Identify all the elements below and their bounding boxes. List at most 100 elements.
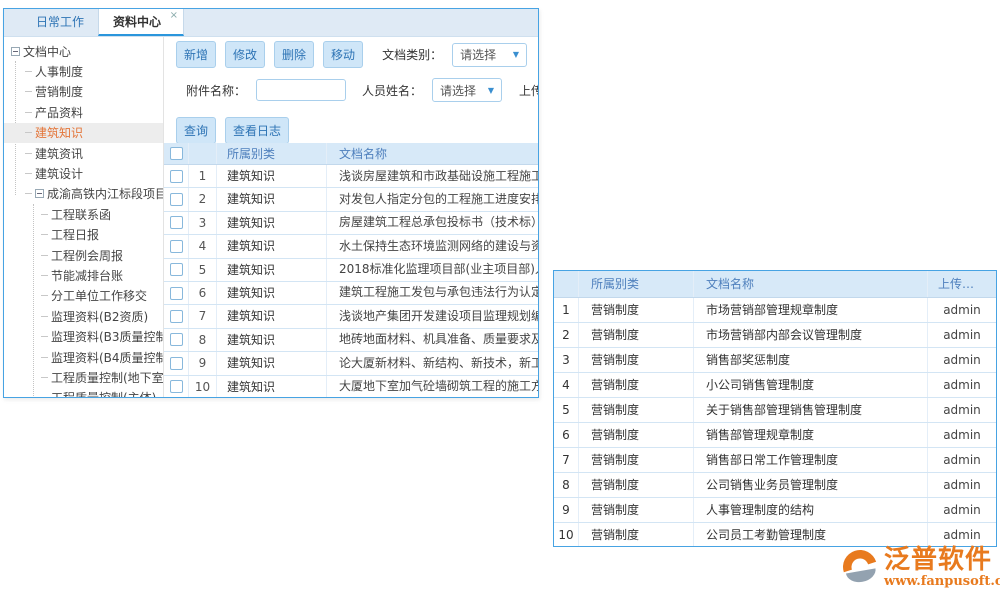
sidebar-item-label: 建筑设计 (35, 165, 83, 182)
sidebar-item[interactable]: 分工单位工作移交 (4, 286, 163, 306)
table-row[interactable]: 1建筑知识浅谈房屋建筑和市政基础设施工程施工... (164, 165, 538, 188)
table-row[interactable]: 2建筑知识对发包人指定分包的工程施工进度安排... (164, 188, 538, 211)
table-row[interactable]: 9建筑知识论大厦新材料、新结构、新技术，新工... (164, 352, 538, 375)
sidebar-item[interactable]: 人事制度 (4, 61, 163, 81)
collapse-icon[interactable] (11, 47, 20, 56)
row-doc-name: 地砖地面材料、机具准备、质量要求及... (327, 328, 538, 351)
row-checkbox[interactable] (170, 310, 183, 323)
sidebar-item[interactable]: 成渝高铁内江标段项目 (4, 184, 163, 204)
document-center-window: 日常工作 资料中心 × 文档中心人事制度营销制度产品资料建筑知识建筑资讯建筑设计… (3, 8, 539, 398)
sidebar-tree: 文档中心人事制度营销制度产品资料建筑知识建筑资讯建筑设计成渝高铁内江标段项目工程… (4, 37, 163, 397)
sidebar-item[interactable]: 产品资料 (4, 102, 163, 122)
row-checkbox[interactable] (170, 216, 183, 229)
table-row[interactable]: 4营销制度小公司销售管理制度admin (554, 373, 996, 398)
sidebar-item[interactable]: 节能减排台账 (4, 265, 163, 285)
sidebar-item[interactable]: 监理资料(B4质量控制) (4, 347, 163, 367)
table-row[interactable]: 7营销制度销售部日常工作管理制度admin (554, 448, 996, 473)
tab-daily-work[interactable]: 日常工作 (22, 9, 98, 36)
row-doc-name: 水土保持生态环境监测网络的建设与资... (327, 235, 538, 258)
table-row[interactable]: 9营销制度人事管理制度的结构admin (554, 498, 996, 523)
table-row[interactable]: 4建筑知识水土保持生态环境监测网络的建设与资... (164, 235, 538, 258)
sidebar-item[interactable]: 工程质量控制(主体) (4, 388, 163, 397)
table-row[interactable]: 8建筑知识地砖地面材料、机具准备、质量要求及... (164, 329, 538, 352)
row-checkbox[interactable] (170, 357, 183, 370)
person-name-select[interactable]: 请选择 ▼ (432, 78, 502, 102)
table-row[interactable]: 6营销制度销售部管理规章制度admin (554, 423, 996, 448)
table-row[interactable]: 3营销制度销售部奖惩制度admin (554, 348, 996, 373)
row-checkbox[interactable] (170, 170, 183, 183)
add-button[interactable]: 新增 (176, 41, 216, 68)
column-header-name[interactable]: 文档名称 (694, 271, 928, 297)
table-row[interactable]: 10营销制度公司员工考勤管理制度admin (554, 523, 996, 547)
row-index: 6 (554, 423, 579, 447)
column-header-category[interactable]: 所属别类 (217, 143, 327, 164)
sidebar-item[interactable]: 监理资料(B3质量控制) (4, 326, 163, 346)
sidebar-item-label: 节能减排台账 (51, 267, 123, 284)
table-row[interactable]: 7建筑知识浅谈地产集团开发建设项目监理规划编... (164, 305, 538, 328)
sidebar-item[interactable]: 建筑知识 (4, 123, 163, 143)
sidebar-item[interactable]: 营销制度 (4, 82, 163, 102)
toolbar-row: 新增 修改 删除 移动 文档类别： 请选择 ▼ 文档名称： (176, 41, 538, 68)
table-row[interactable]: 10建筑知识大厦地下室加气砼墙砌筑工程的施工方... (164, 376, 538, 397)
row-checkbox[interactable] (170, 240, 183, 253)
view-log-button[interactable]: 查看日志 (225, 117, 289, 144)
column-header-uploader[interactable]: 上传… (928, 271, 996, 297)
row-category: 营销制度 (579, 298, 694, 322)
sidebar-item[interactable]: 工程联系函 (4, 204, 163, 224)
table-row[interactable]: 6建筑知识建筑工程施工发包与承包违法行为认定... (164, 282, 538, 305)
tab-data-center-label: 资料中心 (113, 15, 161, 29)
row-checkbox[interactable] (170, 333, 183, 346)
documents-table-header: 所属别类 文档名称 (164, 143, 538, 165)
table-row[interactable]: 5建筑知识2018标准化监理项目部(业主项目部)人员... (164, 259, 538, 282)
row-category: 建筑知识 (217, 212, 327, 234)
row-category: 营销制度 (579, 448, 694, 472)
query-button[interactable]: 查询 (176, 117, 216, 144)
table-row[interactable]: 8营销制度公司销售业务员管理制度admin (554, 473, 996, 498)
row-checkbox[interactable] (170, 287, 183, 300)
table-row[interactable]: 3建筑知识房屋建筑工程总承包投标书（技术标）... (164, 212, 538, 235)
row-index: 1 (554, 298, 579, 322)
tree-connector (41, 255, 48, 256)
sidebar-item-label: 工程质量控制(地下室) (51, 369, 164, 386)
sidebar-item[interactable]: 工程质量控制(地下室) (4, 367, 163, 387)
close-icon[interactable]: × (170, 10, 178, 22)
sidebar-item-label: 分工单位工作移交 (51, 287, 147, 304)
sidebar-item-label: 监理资料(B4质量控制) (51, 349, 164, 366)
row-category: 营销制度 (579, 498, 694, 522)
sidebar-item[interactable]: 文档中心 (4, 41, 163, 61)
chevron-down-icon: ▼ (488, 86, 494, 95)
row-doc-name: 浅谈房屋建筑和市政基础设施工程施工... (327, 165, 538, 188)
table-row[interactable]: 2营销制度市场营销部内部会议管理制度admin (554, 323, 996, 348)
tab-data-center[interactable]: 资料中心 × (98, 9, 184, 36)
sidebar-item[interactable]: 监理资料(B2资质) (4, 306, 163, 326)
row-uploader: admin (928, 498, 996, 522)
collapse-icon[interactable] (35, 189, 44, 198)
sidebar-item[interactable]: 工程例会周报 (4, 245, 163, 265)
sidebar-item[interactable]: 工程日报 (4, 225, 163, 245)
doc-category-select[interactable]: 请选择 ▼ (452, 43, 527, 67)
attachment-name-input[interactable] (256, 79, 346, 101)
table-row[interactable]: 1营销制度市场营销部管理规章制度admin (554, 298, 996, 323)
table-row[interactable]: 5营销制度关于销售部管理销售管理制度admin (554, 398, 996, 423)
marketing-documents-table: 所属别类 文档名称 上传… 1营销制度市场营销部管理规章制度admin2营销制度… (553, 270, 997, 547)
row-checkbox[interactable] (170, 193, 183, 206)
vendor-logo: 泛普软件 www.fanpusoft.com (840, 545, 1000, 589)
tree-connector (41, 214, 48, 215)
move-button[interactable]: 移动 (323, 41, 363, 68)
row-uploader: admin (928, 423, 996, 447)
row-index: 10 (189, 376, 217, 397)
sidebar-item-label: 工程质量控制(主体) (51, 389, 156, 397)
tree-connector (25, 193, 32, 194)
column-header-name[interactable]: 文档名称 (327, 143, 538, 165)
row-uploader: admin (928, 348, 996, 372)
delete-button[interactable]: 删除 (274, 41, 314, 68)
column-header-category[interactable]: 所属别类 (579, 271, 694, 297)
sidebar-item[interactable]: 建筑设计 (4, 163, 163, 183)
row-checkbox[interactable] (170, 380, 183, 393)
tree-connector (41, 234, 48, 235)
sidebar-item[interactable]: 建筑资讯 (4, 143, 163, 163)
row-doc-name: 公司员工考勤管理制度 (694, 523, 928, 547)
row-checkbox[interactable] (170, 263, 183, 276)
select-all-checkbox[interactable] (170, 147, 183, 160)
edit-button[interactable]: 修改 (225, 41, 265, 68)
